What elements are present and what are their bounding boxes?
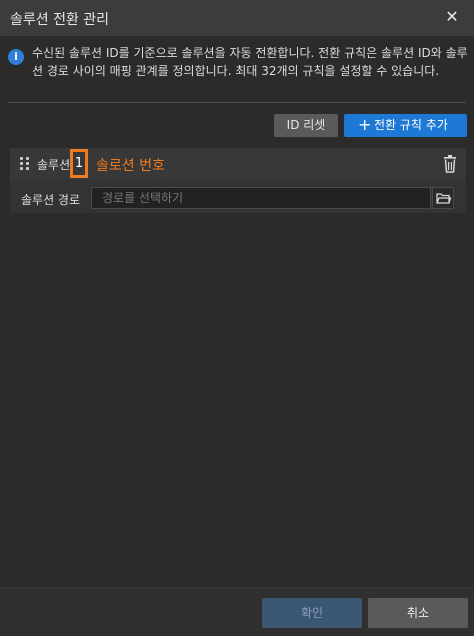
add-rule-label: 전환 규칙 추가 (374, 118, 448, 132)
footer: 확인 취소 (0, 587, 474, 636)
solution-path-input[interactable] (91, 187, 431, 209)
trash-icon[interactable] (442, 155, 458, 173)
cancel-button[interactable]: 취소 (368, 598, 468, 628)
solution-id-field[interactable]: 1 (70, 149, 88, 178)
solution-label: 솔루션 (37, 158, 71, 172)
info-message: i 수신된 솔루션 ID를 기준으로 솔루션을 자동 전환합니다. 전환 규칙은… (8, 44, 468, 96)
title-bar: 솔루션 전환 관리 ✕ (0, 0, 474, 37)
info-text: 수신된 솔루션 ID를 기준으로 솔루션을 자동 전환합니다. 전환 규칙은 솔… (32, 46, 468, 78)
drag-handle-icon[interactable] (20, 157, 30, 171)
solution-number-annotation: 솔로션 번호 (96, 158, 165, 174)
reset-id-button[interactable]: ID 리셋 (274, 114, 338, 137)
divider (8, 102, 466, 103)
rule-card: 솔루션 1 솔로션 번호 솔루션 경로 (10, 148, 466, 213)
plus-icon: + (358, 115, 372, 134)
close-icon[interactable]: ✕ (442, 7, 462, 27)
add-rule-button[interactable]: + 전환 규칙 추가 (344, 114, 467, 137)
info-icon: i (8, 49, 24, 65)
rule-header: 솔루션 1 솔로션 번호 (10, 148, 466, 180)
window-title: 솔루션 전환 관리 (10, 12, 110, 28)
ok-button[interactable]: 확인 (262, 598, 362, 628)
solution-path-label: 솔루션 경로 (21, 193, 81, 207)
folder-icon[interactable] (432, 187, 454, 209)
